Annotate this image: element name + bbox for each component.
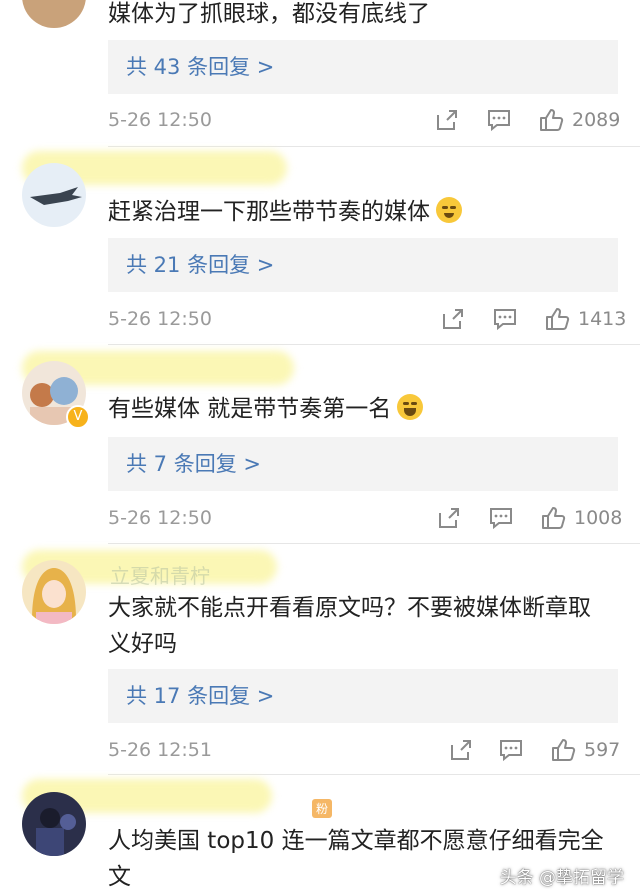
comment-text: 有些媒体 就是带节奏第一名: [108, 391, 610, 427]
comment-text: 大家就不能点开看看原文吗？不要被媒体断章取义好吗: [108, 595, 591, 657]
like-icon[interactable]: [544, 306, 570, 332]
comment-meta: 5-26 12:50 2089: [108, 105, 640, 135]
divider: [108, 146, 640, 147]
comment-text-content: 赶紧治理一下那些带节奏的媒体: [108, 199, 430, 225]
smile-emoji-icon: [436, 197, 462, 223]
reply-count-label: 共 7 条回复 >: [126, 452, 261, 476]
comment-meta: 5-26 12:50 1413: [108, 304, 640, 334]
reply-count-button[interactable]: 共 17 条回复 >: [108, 669, 618, 723]
comment-icon[interactable]: [492, 306, 518, 332]
comment-icon[interactable]: [488, 505, 514, 531]
comment-text: 媒体为了抓眼球，都没有底线了: [108, 1, 430, 27]
comment-text: 赶紧治理一下那些带节奏的媒体: [108, 194, 610, 230]
reply-count-button[interactable]: 共 21 条回复 >: [108, 238, 618, 292]
timestamp: 5-26 12:50: [108, 507, 212, 529]
like-count: 1008: [574, 507, 623, 529]
share-icon[interactable]: [436, 505, 462, 531]
comment-icon[interactable]: [498, 737, 524, 763]
comment-meta: 5-26 12:51 597: [108, 735, 640, 765]
user-name[interactable]: 立夏和青柠: [110, 560, 210, 589]
avatar[interactable]: [22, 560, 86, 624]
reply-count-label: 共 17 条回复 >: [126, 684, 275, 708]
fan-badge: 粉: [312, 799, 333, 818]
share-icon[interactable]: [434, 107, 460, 133]
share-icon[interactable]: [440, 306, 466, 332]
reply-count-label: 共 21 条回复 >: [126, 253, 275, 277]
avatar[interactable]: [22, 0, 86, 28]
divider: [108, 774, 640, 775]
timestamp: 5-26 12:51: [108, 739, 212, 761]
like-icon[interactable]: [550, 737, 576, 763]
avatar[interactable]: [22, 792, 86, 856]
reply-count-label: 共 43 条回复 >: [126, 55, 275, 79]
divider: [108, 344, 640, 345]
comment-text-content: 有些媒体 就是带节奏第一名: [108, 396, 392, 422]
like-icon[interactable]: [538, 107, 564, 133]
avatar[interactable]: [22, 163, 86, 227]
reply-count-button[interactable]: 共 43 条回复 >: [108, 40, 618, 94]
timestamp: 5-26 12:50: [108, 308, 212, 330]
share-icon[interactable]: [448, 737, 474, 763]
verified-badge: V: [66, 405, 90, 429]
like-count: 1413: [578, 308, 627, 330]
reply-count-button[interactable]: 共 7 条回复 >: [108, 437, 618, 491]
timestamp: 5-26 12:50: [108, 109, 212, 131]
divider: [108, 543, 640, 544]
like-icon[interactable]: [540, 505, 566, 531]
like-count: 597: [584, 739, 621, 761]
watermark: 头条 @挚拓留学: [499, 868, 624, 888]
comment-icon[interactable]: [486, 107, 512, 133]
comment-meta: 5-26 12:50 1008: [108, 503, 640, 533]
laugh-emoji-icon: [397, 394, 424, 420]
comments-page: { "comments": [ { "user_name": "", "text…: [0, 0, 640, 896]
like-count: 2089: [572, 109, 621, 131]
